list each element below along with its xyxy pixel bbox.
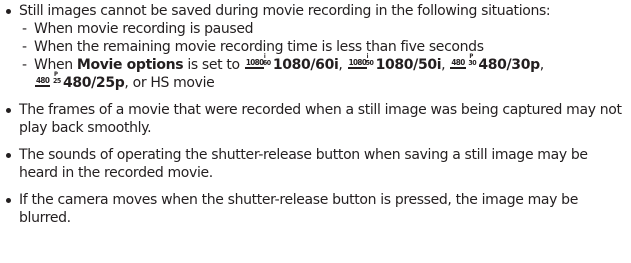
movie-option-label: 1080/60i (272, 57, 339, 73)
situation-middle: is set to (183, 57, 244, 73)
note-item: If the camera moves when the shutter-rel… (6, 191, 628, 227)
movie-mode-1080-60i-icon: 1080 i 60 (244, 53, 271, 69)
bullet-icon (6, 198, 11, 203)
note-text: Still images cannot be saved during movi… (19, 3, 551, 19)
situation-item: - When Movie options is set to 1080 i 60 10… (19, 53, 628, 92)
dash-icon: - (22, 21, 27, 37)
dash-icon: - (22, 57, 27, 73)
bullet-icon (6, 153, 11, 158)
dash-icon: - (22, 39, 27, 55)
movie-option-label: 1080/50i (375, 57, 442, 73)
option-separator: , (338, 57, 347, 73)
movie-options-setting-name: Movie options (76, 57, 184, 73)
bullet-icon (6, 108, 11, 113)
option-separator: , or HS movie (124, 75, 215, 91)
situation-item: - When the remaining movie recording tim… (19, 38, 628, 56)
notes-list: Still images cannot be saved during movi… (6, 2, 628, 236)
movie-option-label: 480/25p (63, 75, 125, 91)
note-text: The frames of a movie that were recorded… (19, 102, 622, 136)
note-text: The sounds of operating the shutter-rele… (19, 147, 588, 181)
note-item: The sounds of operating the shutter-rele… (6, 146, 628, 182)
bullet-icon (6, 9, 11, 14)
situations-list: - When movie recording is paused - When … (19, 20, 628, 92)
option-separator: , (539, 57, 544, 73)
movie-mode-480-30p-icon: 480 P 30 (450, 53, 477, 69)
note-text: If the camera moves when the shutter-rel… (19, 192, 578, 226)
situation-item: - When movie recording is paused (19, 20, 628, 38)
note-item: The frames of a movie that were recorded… (6, 101, 628, 137)
situation-text: When the remaining movie recording time … (34, 39, 484, 55)
movie-option-label: 480/30p (478, 57, 540, 73)
movie-mode-480-25p-icon: 480 P 25 (35, 71, 61, 87)
note-item: Still images cannot be saved during movi… (6, 2, 628, 92)
situation-text: When movie recording is paused (34, 21, 254, 37)
manual-page: Still images cannot be saved during movi… (0, 0, 631, 263)
option-separator: , (441, 57, 450, 73)
movie-mode-1080-50i-icon: 1080 i 50 (347, 53, 374, 69)
